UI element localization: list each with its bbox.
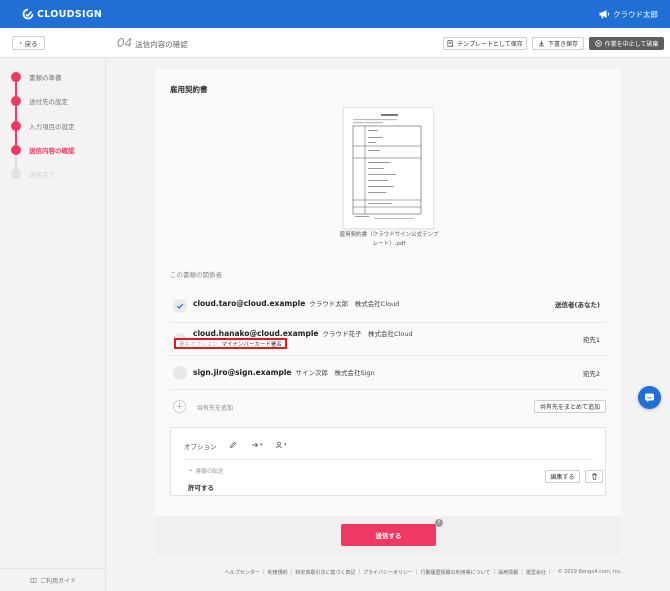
party-email: sign.jiro@sign.example サイン次郎 株式会社Sign	[193, 367, 375, 377]
step-item-label: 送付先の設定	[29, 98, 68, 106]
page-title: 04 送信内容の確認	[117, 36, 188, 50]
forward-arrow-icon[interactable]: ▾	[251, 441, 263, 449]
step-label: 送信内容の確認	[135, 40, 188, 49]
chevron-down-icon: ▾	[260, 442, 263, 448]
footer-link[interactable]: 運営会社	[526, 569, 546, 576]
party-meta: サイン次郎 株式会社Sign	[295, 369, 375, 377]
step-item-label: 送信完了	[29, 171, 55, 179]
party-row-sender: cloud.taro@cloud.example クラウド太郎 株式会社Cloud…	[170, 289, 606, 323]
footer-link[interactable]: 行動履歴情報の利用等について	[421, 569, 491, 576]
footer: ヘルプセンター | 利用規約 | 特定商取引法に基づく表記 | プライバシーポリシー |…	[224, 569, 622, 576]
step-dot	[11, 145, 21, 155]
footer-link[interactable]: 特定商取引法に基づく表記	[295, 569, 355, 576]
close-circle-icon	[594, 40, 602, 47]
user-menu[interactable]: クラウド太郎	[613, 9, 658, 20]
save-draft-button[interactable]: 下書き保存	[532, 37, 584, 50]
confirm-card-body: 雇用契約書 雇用契約書（クラウドサイン公式テンプレート）.pdf この書類の関係…	[155, 69, 621, 516]
signing-option-value: マイナンバーカード署名	[221, 341, 282, 348]
step-item-recipients[interactable]: 送付先の設定	[11, 96, 68, 106]
step-dot	[11, 96, 21, 106]
top-bar: CLOUDSIGN クラウド太郎	[0, 0, 670, 28]
send-button[interactable]: 送信する	[341, 524, 436, 546]
save-template-label: テンプレートとして保存	[457, 41, 523, 48]
step-item-label: 送信内容の確認	[29, 147, 75, 155]
back-button-label: 戻る	[24, 40, 38, 48]
signing-option-key: 署名オプション	[179, 341, 218, 348]
cloudsign-logo-icon	[22, 8, 34, 20]
download-icon	[538, 40, 545, 47]
party-role: 宛先2	[582, 370, 600, 378]
template-icon	[447, 40, 454, 47]
cloudsign-logo[interactable]: CLOUDSIGN	[22, 8, 102, 20]
document-thumbnail[interactable]	[343, 107, 434, 229]
chevron-down-icon: ▾	[284, 442, 287, 448]
step-item-complete: 送信完了	[11, 169, 55, 179]
guide-label: ご利用ガイド	[39, 577, 76, 585]
bulk-add-share-button[interactable]: 共有先をまとめて追加	[534, 400, 606, 413]
chevron-left-icon: ‹	[19, 39, 22, 47]
chat-support-button[interactable]	[638, 386, 661, 409]
party-meta: クラウド太郎 株式会社Cloud	[309, 300, 400, 308]
add-share-plus-icon[interactable]: +	[173, 400, 186, 413]
chat-icon	[645, 393, 654, 403]
parties-section-label: この書類の関係者	[170, 271, 222, 279]
copyright: © 2019 Bengo4.com, Inc.	[557, 569, 622, 575]
book-icon	[30, 577, 37, 583]
party-email-text: cloud.hanako@cloud.example	[193, 329, 319, 338]
options-divider	[184, 459, 594, 460]
step-dot	[11, 72, 21, 82]
party-meta: クラウド花子 株式会社Cloud	[322, 330, 413, 338]
brand-name: CLOUDSIGN	[37, 8, 103, 20]
party-email: cloud.taro@cloud.example クラウド太郎 株式会社Cloud	[193, 298, 399, 308]
step-dot	[11, 169, 21, 179]
help-icon[interactable]: ?	[435, 519, 443, 527]
party-email-text: sign.jiro@sign.example	[193, 368, 292, 377]
add-share-label[interactable]: 共有先を追加	[197, 403, 233, 412]
forward-option-label: → 書類の転送	[188, 467, 223, 475]
delete-options-button[interactable]	[585, 470, 603, 483]
footer-link[interactable]: 利用規約	[268, 569, 288, 576]
step-number: 04	[117, 36, 133, 50]
edit-options-button[interactable]: 編集する	[545, 470, 580, 483]
save-template-button[interactable]: テンプレートとして保存	[443, 37, 527, 50]
progress-line	[15, 79, 17, 152]
megaphone-icon[interactable]	[598, 8, 610, 20]
guide-link[interactable]: ご利用ガイド	[0, 568, 106, 591]
forward-option-label-text: 書類の転送	[195, 469, 224, 475]
party-role: 送信者(あなた)	[555, 301, 600, 309]
step-item-label: 書類の準備	[29, 74, 62, 82]
user-circle-icon	[173, 366, 187, 380]
check-icon	[173, 299, 187, 313]
footer-link[interactable]: 採用情報	[498, 569, 518, 576]
step-item-prepare[interactable]: 書類の準備	[11, 72, 62, 82]
party-row-recipient-2: sign.jiro@sign.example サイン次郎 株式会社Sign 宛先2	[170, 356, 606, 390]
party-email-text: cloud.taro@cloud.example	[193, 299, 306, 308]
confirm-card: 雇用契約書 雇用契約書（クラウドサイン公式テンプレート）.pdf この書類の関係…	[155, 69, 621, 556]
party-email: cloud.hanako@cloud.example クラウド花子 株式会社Clo…	[193, 328, 413, 338]
options-title: オプション	[184, 443, 217, 451]
trash-icon	[591, 473, 597, 480]
add-share-row: + 共有先を追加 共有先をまとめて追加	[170, 395, 606, 419]
pencil-icon[interactable]	[229, 441, 237, 449]
back-button[interactable]: ‹ 戻る	[12, 36, 45, 50]
document-title: 雇用契約書	[170, 85, 208, 94]
step-item-confirm[interactable]: 送信内容の確認	[11, 145, 75, 155]
footer-link[interactable]: プライバシーポリシー	[363, 569, 413, 576]
party-role: 宛先1	[582, 336, 600, 344]
abort-label: 作業を中止して破棄	[604, 41, 659, 48]
document-file-name: 雇用契約書（クラウドサイン公式テンプレート）.pdf	[339, 232, 439, 247]
footer-link[interactable]: ヘルプセンター	[225, 569, 260, 576]
user-stamp-icon[interactable]: ▾	[275, 441, 287, 449]
document-preview-icon	[352, 114, 422, 219]
step-item-fields[interactable]: 入力項目の設定	[11, 121, 75, 131]
options-panel: オプション ▾ ▾ → 書類の転送 許可する 編集する	[170, 427, 606, 496]
abort-button[interactable]: 作業を中止して破棄	[589, 37, 664, 50]
save-draft-label: 下書き保存	[547, 41, 578, 48]
step-item-label: 入力項目の設定	[29, 123, 75, 131]
forward-arrow-icon: →	[188, 468, 193, 474]
step-dot	[11, 121, 21, 131]
signing-option-badge: 署名オプション マイナンバーカード署名	[174, 338, 287, 349]
forward-option-value: 許可する	[188, 484, 214, 492]
